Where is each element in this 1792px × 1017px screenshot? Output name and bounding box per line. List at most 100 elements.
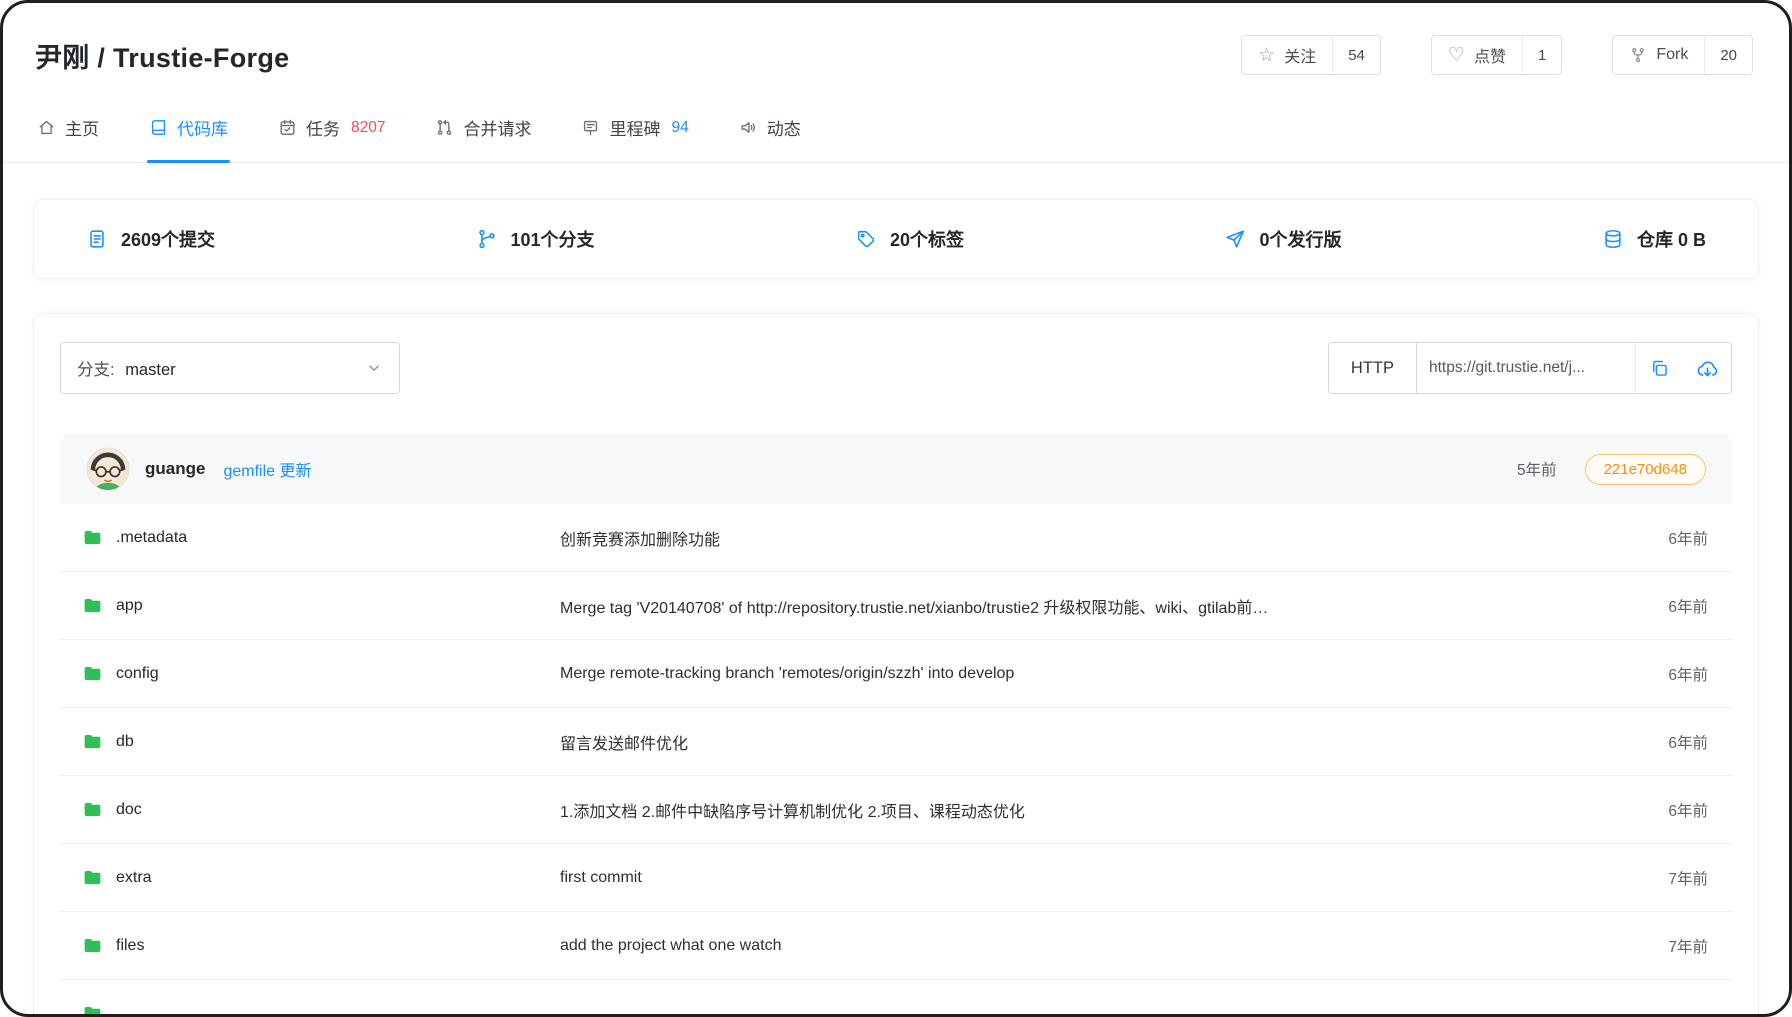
file-commit-message[interactable]: 创新竞赛添加删除功能 bbox=[560, 526, 1668, 550]
file-commit-time: 6年前 bbox=[1668, 731, 1708, 753]
folder-icon bbox=[82, 595, 103, 616]
file-name-cell[interactable]: db bbox=[82, 731, 560, 752]
commit-author[interactable]: guange bbox=[145, 459, 205, 479]
file-name-cell[interactable]: doc bbox=[82, 799, 560, 820]
file-name: files bbox=[116, 937, 144, 955]
like-main[interactable]: ♡ 点赞 bbox=[1432, 36, 1522, 74]
table-row[interactable]: extra first commit 7年前 bbox=[60, 844, 1732, 912]
watch-button[interactable]: ☆ 关注 54 bbox=[1241, 35, 1381, 75]
stat-repo-size[interactable]: 仓库 0 B bbox=[1602, 226, 1706, 252]
release-icon bbox=[1224, 228, 1246, 250]
latest-commit-info: guange gemfile 更新 bbox=[86, 447, 311, 491]
tab-repository[interactable]: 代码库 bbox=[147, 95, 230, 162]
stat-repo-size-label: 仓库 0 B bbox=[1637, 226, 1706, 252]
repo-browser-card: 分支: master HTTP bbox=[33, 313, 1759, 1017]
clone-url-input[interactable] bbox=[1417, 343, 1635, 393]
file-name-cell[interactable]: .metadata bbox=[82, 527, 560, 548]
file-commit-message[interactable]: first commit bbox=[560, 869, 1668, 887]
avatar[interactable] bbox=[86, 447, 130, 491]
watch-main[interactable]: ☆ 关注 bbox=[1242, 36, 1332, 74]
tab-milestones-label: 里程碑 bbox=[609, 115, 660, 140]
branch-label: 分支: bbox=[77, 361, 115, 379]
fork-button[interactable]: Fork 20 bbox=[1612, 35, 1753, 75]
tab-repository-label: 代码库 bbox=[177, 115, 228, 140]
file-name: db bbox=[116, 733, 134, 751]
table-row[interactable]: doc 1.添加文档 2.邮件中缺陷序号计算机制优化 2.项目、课程动态优化 6… bbox=[60, 776, 1732, 844]
watch-count[interactable]: 54 bbox=[1332, 36, 1380, 74]
table-row[interactable]: app Merge tag 'V20140708' of http://repo… bbox=[60, 572, 1732, 640]
file-commit-time: 6年前 bbox=[1668, 595, 1708, 617]
heart-icon: ♡ bbox=[1448, 46, 1465, 65]
clone-protocol-button[interactable]: HTTP bbox=[1329, 343, 1417, 393]
file-commit-message[interactable]: Merge remote-tracking branch 'remotes/or… bbox=[560, 665, 1668, 683]
clone-url-group: HTTP bbox=[1328, 342, 1732, 394]
fork-label: Fork bbox=[1656, 46, 1688, 64]
file-name-cell[interactable]: app bbox=[82, 595, 560, 616]
activity-icon bbox=[739, 118, 758, 137]
repo-tabs: 主页 代码库 任务 8207 bbox=[3, 95, 1789, 163]
file-commit-message[interactable]: 留言发送邮件优化 bbox=[560, 730, 1668, 754]
tab-home[interactable]: 主页 bbox=[35, 95, 101, 162]
milestone-icon bbox=[581, 118, 600, 137]
tab-tasks-label: 任务 bbox=[306, 115, 340, 140]
watch-label: 关注 bbox=[1284, 43, 1316, 67]
folder-icon bbox=[82, 1003, 103, 1017]
fork-main[interactable]: Fork bbox=[1613, 36, 1704, 74]
tab-activity-label: 动态 bbox=[767, 115, 801, 140]
table-row[interactable]: .metadata 创新竞赛添加删除功能 6年前 bbox=[60, 504, 1732, 572]
file-commit-time: 6年前 bbox=[1668, 663, 1708, 685]
file-commit-message[interactable]: Merge tag 'V20140708' of http://reposito… bbox=[560, 594, 1668, 618]
commit-message-link[interactable]: gemfile 更新 bbox=[223, 457, 311, 481]
tab-merge-requests[interactable]: 合并请求 bbox=[433, 95, 533, 162]
repo-toolbar: 分支: master HTTP bbox=[60, 342, 1732, 394]
commit-sha-badge[interactable]: 221e70d648 bbox=[1585, 454, 1706, 485]
like-button[interactable]: ♡ 点赞 1 bbox=[1431, 35, 1562, 75]
table-row[interactable]: config Merge remote-tracking branch 'rem… bbox=[60, 640, 1732, 708]
file-commit-message[interactable]: add the project what one watch bbox=[560, 937, 1668, 955]
file-name-cell[interactable] bbox=[82, 1003, 560, 1017]
table-row[interactable] bbox=[60, 980, 1732, 1017]
folder-icon bbox=[82, 731, 103, 752]
file-name: app bbox=[116, 597, 143, 615]
table-row[interactable]: files add the project what one watch 7年前 bbox=[60, 912, 1732, 980]
page-content: 2609个提交 101个分支 20个标签 bbox=[3, 199, 1789, 1017]
tab-tasks-count: 8207 bbox=[351, 119, 385, 137]
fork-count[interactable]: 20 bbox=[1704, 36, 1752, 74]
stat-tags[interactable]: 20个标签 bbox=[855, 226, 964, 252]
file-commit-message[interactable]: 1.添加文档 2.邮件中缺陷序号计算机制优化 2.项目、课程动态优化 bbox=[560, 798, 1668, 822]
file-name-cell[interactable]: files bbox=[82, 935, 560, 956]
cloud-download-icon bbox=[1696, 357, 1719, 380]
file-name-cell[interactable]: config bbox=[82, 663, 560, 684]
database-icon bbox=[1602, 228, 1624, 250]
star-icon: ☆ bbox=[1258, 46, 1275, 65]
repo-icon bbox=[149, 118, 168, 137]
task-icon bbox=[278, 118, 297, 137]
branch-selector[interactable]: 分支: master bbox=[60, 342, 400, 394]
tab-milestones[interactable]: 里程碑 94 bbox=[579, 95, 690, 162]
stat-commits-label: 2609个提交 bbox=[121, 226, 215, 252]
like-label: 点赞 bbox=[1474, 43, 1506, 67]
stat-branches[interactable]: 101个分支 bbox=[476, 226, 595, 252]
download-button[interactable] bbox=[1683, 343, 1731, 393]
copy-icon bbox=[1649, 358, 1670, 379]
file-commit-time: 6年前 bbox=[1668, 799, 1708, 821]
page-title[interactable]: 尹刚 / Trustie-Forge bbox=[35, 36, 289, 75]
stat-tags-label: 20个标签 bbox=[890, 226, 964, 252]
stat-commits[interactable]: 2609个提交 bbox=[86, 226, 215, 252]
home-icon bbox=[37, 118, 56, 137]
stat-branches-label: 101个分支 bbox=[511, 226, 595, 252]
tab-merge-requests-label: 合并请求 bbox=[463, 115, 531, 140]
folder-icon bbox=[82, 527, 103, 548]
table-row[interactable]: db 留言发送邮件优化 6年前 bbox=[60, 708, 1732, 776]
file-name-cell[interactable]: extra bbox=[82, 867, 560, 888]
commit-time: 5年前 bbox=[1517, 458, 1557, 480]
tab-milestones-count: 94 bbox=[671, 119, 688, 137]
tab-tasks[interactable]: 任务 8207 bbox=[276, 95, 387, 162]
tab-home-label: 主页 bbox=[65, 115, 99, 140]
tab-activity[interactable]: 动态 bbox=[737, 95, 803, 162]
file-name: doc bbox=[116, 801, 142, 819]
copy-url-button[interactable] bbox=[1635, 343, 1683, 393]
like-count[interactable]: 1 bbox=[1522, 36, 1561, 74]
fork-icon bbox=[1629, 46, 1647, 64]
stat-releases[interactable]: 0个发行版 bbox=[1224, 226, 1341, 252]
